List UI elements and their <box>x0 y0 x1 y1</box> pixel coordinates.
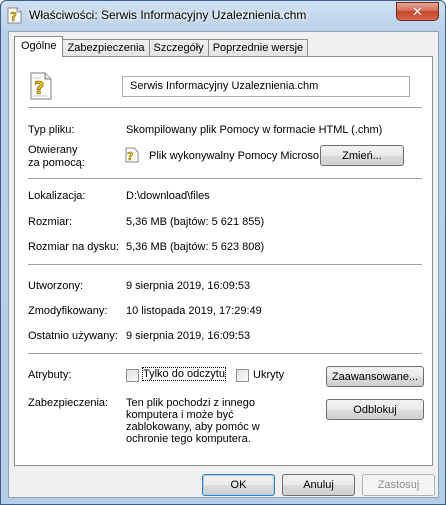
cancel-button[interactable]: Anuluj <box>282 474 355 496</box>
advanced-button[interactable]: Zaawansowane... <box>326 366 424 387</box>
apply-button[interactable]: Zastosuj <box>362 474 435 496</box>
modified-value: 10 listopada 2019, 17:29:49 <box>126 305 262 317</box>
size-on-disk-label: Rozmiar na dysku: <box>28 241 120 253</box>
help-viewer-icon: ? <box>125 147 139 163</box>
window-title: Właściwości: Serwis Informacyjny Uzalezn… <box>29 8 307 22</box>
tab-previous-versions[interactable]: Poprzednie wersje <box>207 39 309 57</box>
separator <box>28 264 422 265</box>
cancel-button-label: Anuluj <box>303 479 334 491</box>
apply-button-label: Zastosuj <box>377 479 420 491</box>
filename-input[interactable]: Serwis Informacyjny Uzaleznienia.chm <box>122 76 410 97</box>
properties-window: ? Właściwości: Serwis Informacyjny Uzale… <box>0 0 446 505</box>
security-label: Zabezpieczenia: <box>28 397 109 409</box>
unblock-button[interactable]: Odblokuj <box>326 399 424 420</box>
tab-strip: Ogólne Zabezpieczenia Szczegóły Poprzedn… <box>14 36 309 57</box>
separator <box>28 353 422 354</box>
size-label: Rozmiar: <box>28 216 73 228</box>
unblock-button-label: Odblokuj <box>353 403 397 416</box>
accessed-value: 9 sierpnia 2019, 16:09:53 <box>126 330 251 342</box>
title-bar[interactable]: ? Właściwości: Serwis Informacyjny Uzale… <box>1 1 445 31</box>
ok-button-label: OK <box>230 479 247 491</box>
size-value: 5,36 MB (bajtów: 5 621 855) <box>126 216 265 228</box>
change-button[interactable]: Zmień... <box>320 145 404 166</box>
close-icon: ✕ <box>412 3 423 19</box>
file-type-label: Typ pliku: <box>28 124 75 136</box>
hidden-checkbox[interactable] <box>236 369 249 382</box>
accessed-label: Ostatnio używany: <box>28 330 118 342</box>
hidden-label[interactable]: Ukryty <box>253 369 284 381</box>
tab-security[interactable]: Zabezpieczenia <box>62 39 150 57</box>
separator <box>28 107 422 108</box>
opens-with-value: Plik wykonywalny Pomocy Microso <box>149 150 319 162</box>
size-on-disk-value: 5,36 MB (bajtów: 5 623 808) <box>126 241 265 253</box>
readonly-label[interactable]: Tylko do odczytu <box>142 367 226 381</box>
ok-button[interactable]: OK <box>202 474 275 496</box>
close-button[interactable]: ✕ <box>396 2 439 21</box>
security-text-line-2: komputera i może być <box>126 409 234 421</box>
readonly-checkbox[interactable] <box>126 369 139 382</box>
created-label: Utworzony: <box>28 280 84 292</box>
file-type-value: Skompilowany plik Pomocy w formacie HTML… <box>126 124 383 136</box>
opens-with-label: Otwierany <box>28 144 78 156</box>
attributes-label: Atrybuty: <box>28 369 72 381</box>
opens-with-label-2: za pomocą: <box>28 157 85 169</box>
modified-label: Zmodyfikowany: <box>28 305 108 317</box>
location-value: D:\download\files <box>126 190 210 202</box>
general-tab-panel: ? Serwis Informacyjny Uzaleznienia.chm T… <box>14 56 433 466</box>
tab-details[interactable]: Szczegóły <box>148 39 209 57</box>
chm-help-file-icon: ? <box>30 72 52 100</box>
location-label: Lokalizacja: <box>28 190 86 202</box>
security-text-line-1: Ten plik pochodzi z innego <box>126 397 256 409</box>
dialog-client: Ogólne Zabezpieczenia Szczegóły Poprzedn… <box>8 31 439 498</box>
help-file-icon: ? <box>7 7 22 24</box>
security-text-line-4: ochronie tego komputera. <box>126 433 251 445</box>
created-value: 9 sierpnia 2019, 16:09:53 <box>126 280 251 292</box>
security-text-line-3: zablokowany, aby pomóc w <box>126 421 260 433</box>
svg-text:?: ? <box>10 10 17 24</box>
svg-text:?: ? <box>127 150 133 163</box>
tab-general[interactable]: Ogólne <box>14 36 64 57</box>
change-button-label: Zmień... <box>342 149 382 162</box>
svg-text:?: ? <box>34 78 44 99</box>
separator <box>28 178 422 179</box>
advanced-button-label: Zaawansowane... <box>331 370 419 383</box>
